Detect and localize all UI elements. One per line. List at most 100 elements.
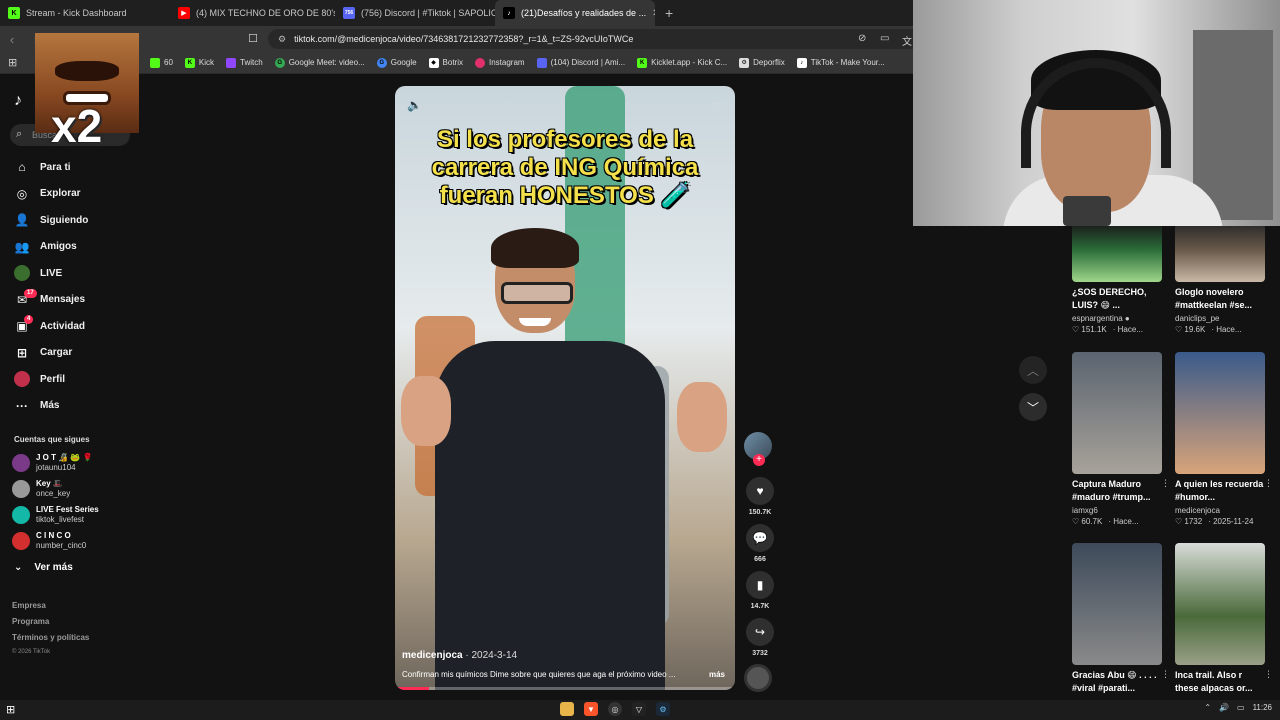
steam-icon[interactable]: ⚙	[656, 702, 670, 716]
network-icon[interactable]: ▭	[1237, 703, 1245, 712]
video-progress-bar[interactable]	[395, 687, 735, 690]
taskbar-apps: ▼ ◎ ▽ ⚙	[560, 702, 670, 716]
tiktok-logo-icon[interactable]: ♪	[14, 92, 22, 110]
address-bar[interactable]: ⚙ tiktok.com/@medicenjoca/video/73463817…	[268, 29, 928, 49]
more-options-icon[interactable]: ⋮	[1264, 478, 1273, 489]
bookmark-label: 60	[164, 58, 173, 67]
feed-card-title: Gracias Abu 😄 . . . . #viral #parati...	[1072, 670, 1157, 693]
bookmark-label: TikTok - Make Your...	[810, 58, 885, 67]
bookmark-item[interactable]: (104) Discord | Ami...	[536, 57, 625, 68]
footer-link-programa[interactable]: Programa	[12, 617, 49, 626]
follow-plus-icon[interactable]: +	[753, 454, 765, 466]
feed-card-user[interactable]: iamxg6	[1072, 506, 1164, 515]
feed-card-user[interactable]: espnargentina ●	[1072, 314, 1164, 323]
feed-card[interactable]: Gracias Abu 😄 . . . . #viral #parati... …	[1072, 543, 1170, 695]
bookmark-item[interactable]: ⚙ Deporflix	[739, 57, 785, 68]
new-tab-icon[interactable]: +	[655, 5, 683, 21]
video-meta: medicenjoca · 2024-3-14	[402, 650, 517, 661]
feed-card-user[interactable]: daniclips_pe	[1175, 314, 1267, 323]
tab-label: (4) MIX TECHNO DE ORO DE 80's & 9	[196, 8, 335, 18]
bookmark-label: Twitch	[240, 58, 263, 67]
chevron-up-icon[interactable]: ⌃	[1204, 703, 1211, 712]
sidebar-item-actividad[interactable]: ▣ 4 Actividad	[0, 313, 145, 340]
sidebar-item-label: Perfil	[40, 373, 66, 385]
feed-card[interactable]: Gloglo novelero #mattkeelan #se... danic…	[1175, 226, 1267, 334]
bookmark-item[interactable]: G Google Meet: video...	[274, 57, 365, 68]
sidebar-item-perfil[interactable]: Perfil	[0, 366, 145, 393]
screen-icon[interactable]: ▭	[880, 33, 889, 44]
following-account[interactable]: LIVE Fest Series tiktok_livefest	[12, 504, 142, 526]
emote-multiplier: x2	[51, 100, 103, 152]
feed-card[interactable]: Captura Maduro #maduro #trump... iamxg6 …	[1072, 352, 1170, 526]
file-explorer-icon[interactable]	[560, 702, 574, 716]
footer-link-empresa[interactable]: Empresa	[12, 601, 46, 610]
following-account[interactable]: C I N C Onumber_cinc0	[12, 530, 142, 552]
sidebar-item-para-ti[interactable]: ⌂ Para ti	[0, 154, 145, 181]
feed-card[interactable]: ¿SOS DERECHO, LUIS? 😄 ... espnargentina …	[1072, 226, 1164, 334]
more-options-icon[interactable]: ⋮	[1161, 478, 1170, 489]
video-date: · 2024-3-14	[465, 650, 518, 661]
bookmark-item[interactable]: K Kicklet.app - Kick C...	[637, 57, 727, 68]
bookmark-label: Google Meet: video...	[288, 58, 365, 67]
bookmark-item[interactable]: 60	[150, 57, 173, 68]
following-account[interactable]: J O T 🔏 🐸 🌹 jotaunu104	[12, 452, 142, 474]
sidebar-item-explorar[interactable]: ◎ Explorar	[0, 181, 145, 208]
tab-tiktok-active[interactable]: ♪ (21)Desafíos y realidades de ... ✕	[495, 0, 655, 26]
tab-discord[interactable]: 756 (756) Discord | #Tiktok | SAPOLIO	[335, 0, 495, 26]
sidebar-item-amigos[interactable]: 👥 Amigos	[0, 234, 145, 261]
bookmark-page-icon[interactable]: ☐	[248, 32, 258, 45]
bookmark-item[interactable]: Instagram	[475, 57, 525, 68]
bookmark-item[interactable]: G Google	[376, 57, 417, 68]
see-more-button[interactable]: ⌄ Ver más	[14, 562, 73, 573]
bookmark-label: Kick	[198, 58, 215, 67]
sidebar-item-cargar[interactable]: ⊞ Cargar	[0, 340, 145, 367]
windows-start-icon[interactable]: ⊞	[6, 703, 15, 716]
following-account[interactable]: Key 🎩 once_key	[12, 478, 142, 500]
video-thumbnail	[1175, 226, 1265, 282]
save-button[interactable]: ▮ 14.7K	[744, 571, 776, 610]
bookmark-item[interactable]: ♪ TikTok - Make Your...	[796, 57, 885, 68]
sidebar-item-live[interactable]: LIVE	[0, 260, 145, 287]
feed-card-user[interactable]: medicenjoca	[1175, 506, 1267, 515]
music-disc-icon[interactable]	[744, 664, 772, 692]
app-icon[interactable]: ▽	[632, 702, 646, 716]
share-button[interactable]: ↪ 3732	[744, 618, 776, 657]
site-info-icon[interactable]: ⚙	[278, 34, 286, 45]
following-icon: 👤	[14, 213, 30, 228]
footer-link-terminos[interactable]: Términos y políticas	[12, 633, 89, 642]
tab-label: (21)Desafíos y realidades de ...	[521, 8, 647, 18]
apps-grid-icon[interactable]: ⊞	[8, 56, 17, 69]
previous-video-button[interactable]: ︿	[1019, 356, 1047, 384]
more-options-icon[interactable]: ···	[711, 96, 723, 110]
clock[interactable]: 11:26	[1253, 703, 1272, 712]
sidebar-item-siguiendo[interactable]: 👤 Siguiendo	[0, 207, 145, 234]
search-icon: ⌕	[16, 128, 23, 140]
back-icon[interactable]: ‹	[0, 32, 24, 47]
feed-card[interactable]: Inca trail. Also r these alpacas or... ⋮	[1175, 543, 1273, 695]
feed-card-title: ¿SOS DERECHO, LUIS? 😄 ...	[1072, 287, 1147, 310]
more-options-icon[interactable]: ⋮	[1264, 669, 1273, 680]
tiktok-icon: ♪	[796, 57, 807, 68]
translate-icon[interactable]: ⊘	[858, 33, 866, 44]
volume-icon[interactable]: 🔊	[1219, 703, 1229, 712]
volume-icon[interactable]: 🔈	[407, 98, 422, 112]
brave-browser-icon[interactable]: ▼	[584, 702, 598, 716]
comment-button[interactable]: 💬 666	[744, 524, 776, 563]
bookmark-item[interactable]: Twitch	[226, 57, 263, 68]
video-player[interactable]: Si los profesores de la carrera de ING Q…	[395, 86, 735, 690]
sidebar-item-mensajes[interactable]: ✉ 17 Mensajes	[0, 287, 145, 314]
next-video-button[interactable]: ﹀	[1019, 393, 1047, 421]
language-icon[interactable]: 文	[902, 33, 912, 48]
feed-card[interactable]: A quien les recuerda #humor... medicenjo…	[1175, 352, 1273, 526]
bookmark-item[interactable]: ◆ Botrix	[428, 57, 463, 68]
video-author[interactable]: medicenjoca	[402, 650, 463, 661]
obs-icon[interactable]: ◎	[608, 702, 622, 716]
tab-kick-dashboard[interactable]: K Stream - Kick Dashboard	[0, 0, 170, 26]
bookmark-item[interactable]: K Kick	[184, 57, 215, 68]
more-options-icon[interactable]: ⋮	[1161, 669, 1170, 680]
tab-youtube-mix[interactable]: ▶ (4) MIX TECHNO DE ORO DE 80's & 9	[170, 0, 335, 26]
more-description-button[interactable]: más	[709, 670, 725, 679]
like-button[interactable]: ♥ 150.7K	[744, 477, 776, 516]
deporflix-icon: ⚙	[739, 57, 750, 68]
sidebar-item-mas[interactable]: ··· Más	[0, 393, 145, 420]
